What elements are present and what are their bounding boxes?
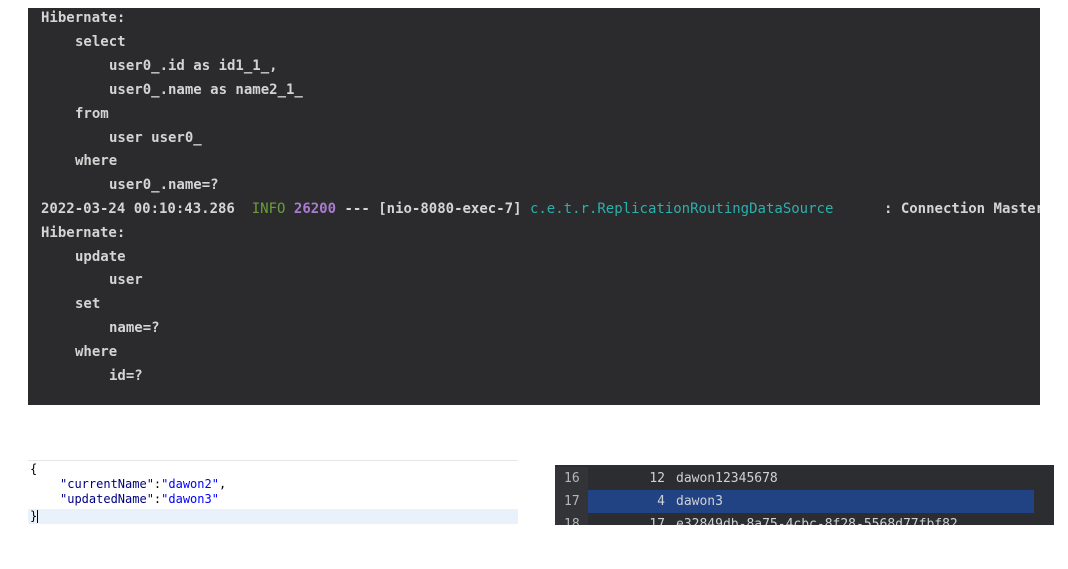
json-comma: ,	[218, 477, 227, 491]
json-field: "currentName":"dawon2",	[60, 477, 226, 492]
log-pid: 26200	[293, 201, 337, 217]
console-line: user user0_	[109, 130, 202, 146]
console-line: Hibernate:	[41, 10, 126, 26]
log-line: 2022-03-24 00:10:43.286 INFO 26200 --- […	[41, 199, 1040, 223]
console-line: name=?	[109, 320, 160, 336]
console-line: Hibernate:	[41, 225, 126, 241]
json-value: "dawon3"	[161, 492, 219, 506]
table-row[interactable]: 16 12 dawon12345678	[555, 467, 1054, 490]
id-cell[interactable]: 12	[588, 467, 671, 490]
table-row[interactable]: 18 17 e32849db-8a75-4cbc-8f28-5568d77fbf…	[555, 513, 1054, 525]
console-line: where	[75, 153, 118, 169]
log-level: INFO	[251, 201, 286, 217]
log-logger[interactable]: c.e.t.r.ReplicationRoutingDataSource	[530, 201, 833, 217]
json-value: "dawon2"	[161, 477, 219, 491]
console-line: user	[109, 272, 143, 288]
console-line: user0_.name as name2_1_	[109, 82, 303, 98]
json-field: "updatedName":"dawon3"	[60, 492, 219, 507]
row-number: 16	[555, 467, 588, 490]
console-line: user0_.id as id1_1_,	[109, 58, 278, 74]
console-line: user0_.name=?	[109, 177, 219, 193]
id-cell[interactable]: 17	[588, 513, 671, 525]
log-separator: ---	[344, 201, 370, 217]
console-line: id=?	[109, 368, 143, 384]
grid-scroll-area[interactable]	[1034, 465, 1054, 525]
name-cell[interactable]: e32849db-8a75-4cbc-8f28-5568d77fbf82	[671, 513, 1034, 525]
json-current-line[interactable]: }	[28, 509, 518, 524]
db-result-grid[interactable]: 16 12 dawon12345678 17 4 dawon3 18 17 e3…	[555, 465, 1054, 525]
json-open-brace: {	[30, 462, 38, 476]
name-cell[interactable]: dawon3	[671, 490, 1034, 513]
json-close-brace: }	[30, 509, 38, 523]
json-key: "currentName"	[60, 477, 154, 491]
console-line: from	[75, 106, 109, 122]
json-key: "updatedName"	[60, 492, 154, 506]
console-line: select	[75, 34, 126, 50]
row-number: 17	[555, 490, 588, 513]
id-cell[interactable]: 4	[588, 490, 671, 513]
console-line: update	[75, 249, 126, 265]
table-row-selected[interactable]: 17 4 dawon3	[555, 490, 1054, 513]
text-caret	[37, 510, 39, 523]
log-thread: [nio-8080-exec-7]	[378, 201, 522, 217]
console-line: set	[75, 296, 101, 312]
console-output: Hibernate: select user0_.id as id1_1_, u…	[28, 8, 1040, 405]
log-message: : Connection Master	[883, 201, 1040, 217]
row-number: 18	[555, 513, 588, 525]
json-editor[interactable]: { "currentName":"dawon2", "updatedName":…	[28, 460, 518, 527]
name-cell[interactable]: dawon12345678	[671, 467, 1034, 490]
console-line: where	[75, 344, 118, 360]
log-timestamp: 2022-03-24 00:10:43.286	[41, 201, 235, 217]
